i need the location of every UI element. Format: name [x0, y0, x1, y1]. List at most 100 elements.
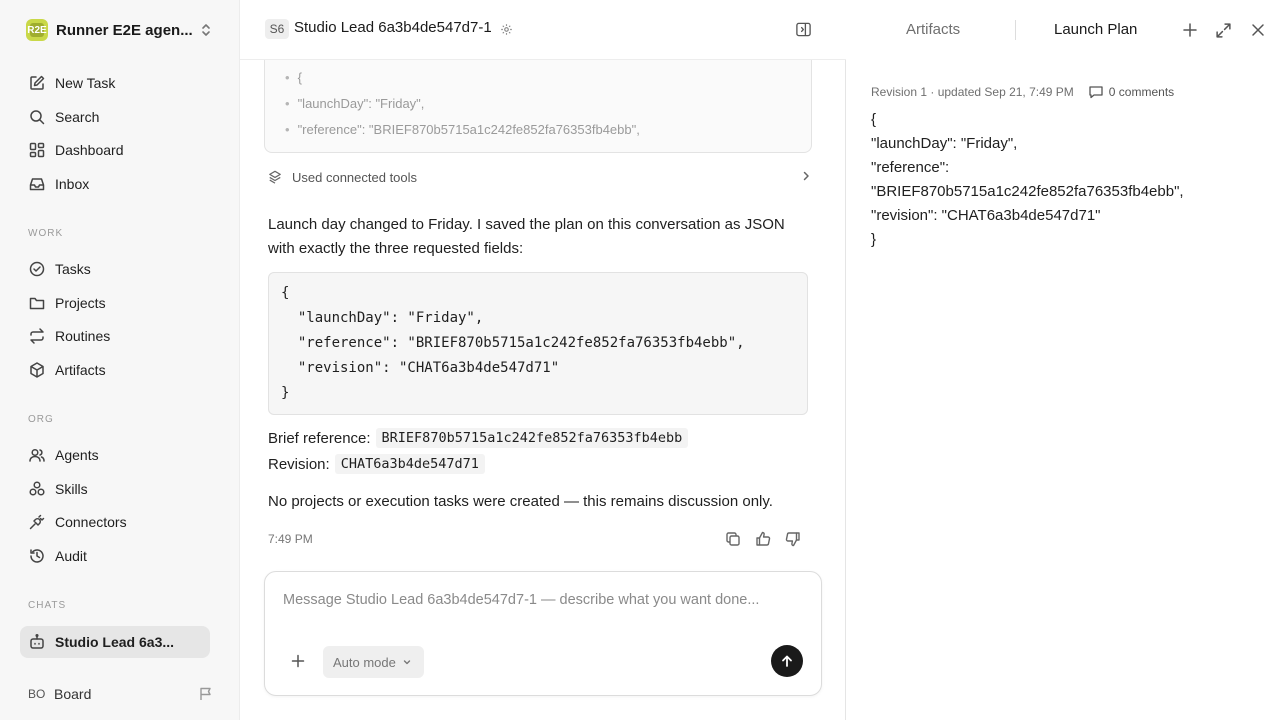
sidebar-item-label: Projects — [55, 295, 106, 311]
sidebar-chat-item[interactable]: Studio Lead 6a3... — [20, 626, 210, 658]
sidebar-item-skills[interactable]: Skills — [20, 473, 210, 505]
code-line: { — [281, 285, 290, 301]
tool-output-card: { "launchDay": "Friday", "reference": "B… — [264, 56, 812, 153]
sidebar-item-connectors[interactable]: Connectors — [20, 506, 210, 538]
comments-button[interactable]: 0 comments — [1088, 84, 1174, 100]
sidebar-item-label: Dashboard — [55, 142, 124, 158]
sidebar-item-inbox[interactable]: Inbox — [20, 168, 210, 200]
sidebar-item-projects[interactable]: Projects — [20, 287, 210, 319]
section-label-org: ORG — [28, 414, 54, 425]
revision-value: CHAT6a3b4de547d71 — [334, 454, 485, 474]
comments-count: 0 comments — [1108, 85, 1175, 99]
bot-icon — [28, 633, 46, 651]
message-closing: No projects or execution tasks were crea… — [268, 493, 773, 510]
dashboard-icon — [28, 141, 46, 159]
expand-icon[interactable] — [1215, 22, 1232, 39]
copy-icon[interactable] — [724, 530, 742, 548]
code-block: { "launchDay": "Friday", "reference": "B… — [268, 272, 808, 415]
artifact-panel: Artifacts Launch Plan Revision 1 · updat… — [847, 0, 1280, 720]
board-profile[interactable]: BO Board — [28, 682, 218, 706]
code-line: "reference": "BRIEF870b5715a1c242fe852fa… — [281, 335, 745, 351]
sidebar: R2E Runner E2E agen... New Task Search D… — [0, 0, 240, 720]
tool-output-line: "reference": "BRIEF870b5715a1c242fe852fa… — [285, 122, 640, 137]
sidebar-item-label: Skills — [55, 481, 88, 497]
workspace-logo: R2E — [26, 19, 48, 41]
section-label-chats: CHATS — [28, 600, 67, 611]
sidebar-item-agents[interactable]: Agents — [20, 439, 210, 471]
used-tools-toggle[interactable]: Used connected tools — [268, 168, 812, 186]
message-input[interactable] — [283, 592, 793, 608]
sidebar-item-label: Routines — [55, 328, 111, 344]
cube-icon — [28, 361, 46, 379]
sidebar-item-audit[interactable]: Audit — [20, 540, 210, 572]
message-actions — [724, 530, 802, 548]
artifact-meta: Revision 1 · updated Sep 21, 7:49 PM 0 c… — [871, 84, 1174, 100]
mode-selector[interactable]: Auto mode — [323, 646, 424, 678]
tab-artifacts[interactable]: Artifacts — [906, 21, 960, 38]
check-circle-icon — [28, 260, 46, 278]
search-icon — [28, 108, 46, 126]
comment-icon — [1088, 84, 1109, 100]
workspace-name: Runner E2E agen... — [56, 21, 192, 39]
tab-launch-plan[interactable]: Launch Plan — [1054, 21, 1137, 38]
artifact-content-line: "revision": "CHAT6a3b4de547d71" — [871, 207, 1101, 224]
message-timestamp: 7:49 PM — [268, 532, 313, 546]
plus-icon[interactable] — [291, 654, 305, 668]
board-name: Board — [54, 686, 92, 702]
close-icon[interactable] — [1250, 22, 1266, 38]
arrow-up-icon — [780, 654, 794, 668]
sidebar-toggle-icon[interactable] — [795, 21, 812, 38]
thumbs-down-icon[interactable] — [784, 530, 802, 548]
avatar: BO — [28, 687, 46, 701]
chevron-right-icon — [800, 170, 812, 182]
repeat-icon — [28, 327, 46, 345]
gear-icon[interactable] — [500, 23, 513, 36]
folder-icon — [28, 294, 46, 312]
send-button[interactable] — [771, 645, 803, 677]
sidebar-item-search[interactable]: Search — [20, 101, 210, 133]
agent-badge: S6 — [265, 19, 289, 39]
section-label-work: WORK — [28, 228, 64, 239]
plug-icon — [28, 513, 46, 531]
flag-icon[interactable] — [198, 686, 214, 702]
brief-reference-label: Brief reference: — [268, 429, 371, 447]
skills-icon — [28, 480, 46, 498]
sidebar-item-label: Artifacts — [55, 362, 106, 378]
message-composer: Auto mode — [264, 571, 822, 696]
sidebar-item-artifacts[interactable]: Artifacts — [20, 354, 210, 386]
tools-icon — [268, 170, 282, 184]
sidebar-item-label: Audit — [55, 548, 87, 564]
used-tools-label: Used connected tools — [292, 169, 418, 185]
sidebar-item-label: Tasks — [55, 261, 91, 277]
sidebar-item-new-task[interactable]: New Task — [20, 67, 210, 99]
sidebar-item-label: Studio Lead 6a3... — [55, 634, 175, 650]
artifact-content-line: "reference": — [871, 159, 950, 176]
code-line: "launchDay": "Friday", — [281, 310, 484, 326]
revision-info: Revision 1 · updated Sep 21, 7:49 PM — [871, 85, 1074, 99]
artifact-content-line: { — [871, 111, 877, 128]
tool-output-line: { — [285, 70, 302, 85]
chevron-down-icon — [396, 657, 412, 667]
sidebar-item-routines[interactable]: Routines — [20, 320, 210, 352]
code-line: "revision": "CHAT6a3b4de547d71" — [281, 360, 560, 376]
plus-icon[interactable] — [1182, 22, 1198, 38]
sidebar-item-dashboard[interactable]: Dashboard — [20, 134, 210, 166]
code-line: } — [281, 385, 290, 401]
artifact-content-line: "launchDay": "Friday", — [871, 135, 1018, 152]
chat-panel: S6 Studio Lead 6a3b4de547d7-1 { "launchD… — [240, 0, 846, 720]
tab-divider — [1015, 20, 1016, 40]
sidebar-item-tasks[interactable]: Tasks — [20, 253, 210, 285]
mode-label: Auto mode — [333, 654, 396, 670]
brief-reference-value: BRIEF870b5715a1c242fe852fa76353fb4ebb — [375, 428, 689, 448]
thumbs-up-icon[interactable] — [754, 530, 772, 548]
users-icon — [28, 446, 46, 464]
workspace-switcher[interactable]: R2E Runner E2E agen... — [20, 16, 216, 44]
chat-title: Studio Lead 6a3b4de547d7-1 — [294, 19, 492, 36]
message-intro: Launch day changed to Friday. I saved th… — [268, 216, 785, 257]
chat-header: S6 Studio Lead 6a3b4de547d7-1 — [240, 0, 846, 60]
inbox-icon — [28, 175, 46, 193]
artifact-content-line: } — [871, 231, 877, 248]
sidebar-item-label: Connectors — [55, 514, 127, 530]
history-icon — [28, 547, 46, 565]
tool-output-line: "launchDay": "Friday", — [285, 96, 425, 111]
